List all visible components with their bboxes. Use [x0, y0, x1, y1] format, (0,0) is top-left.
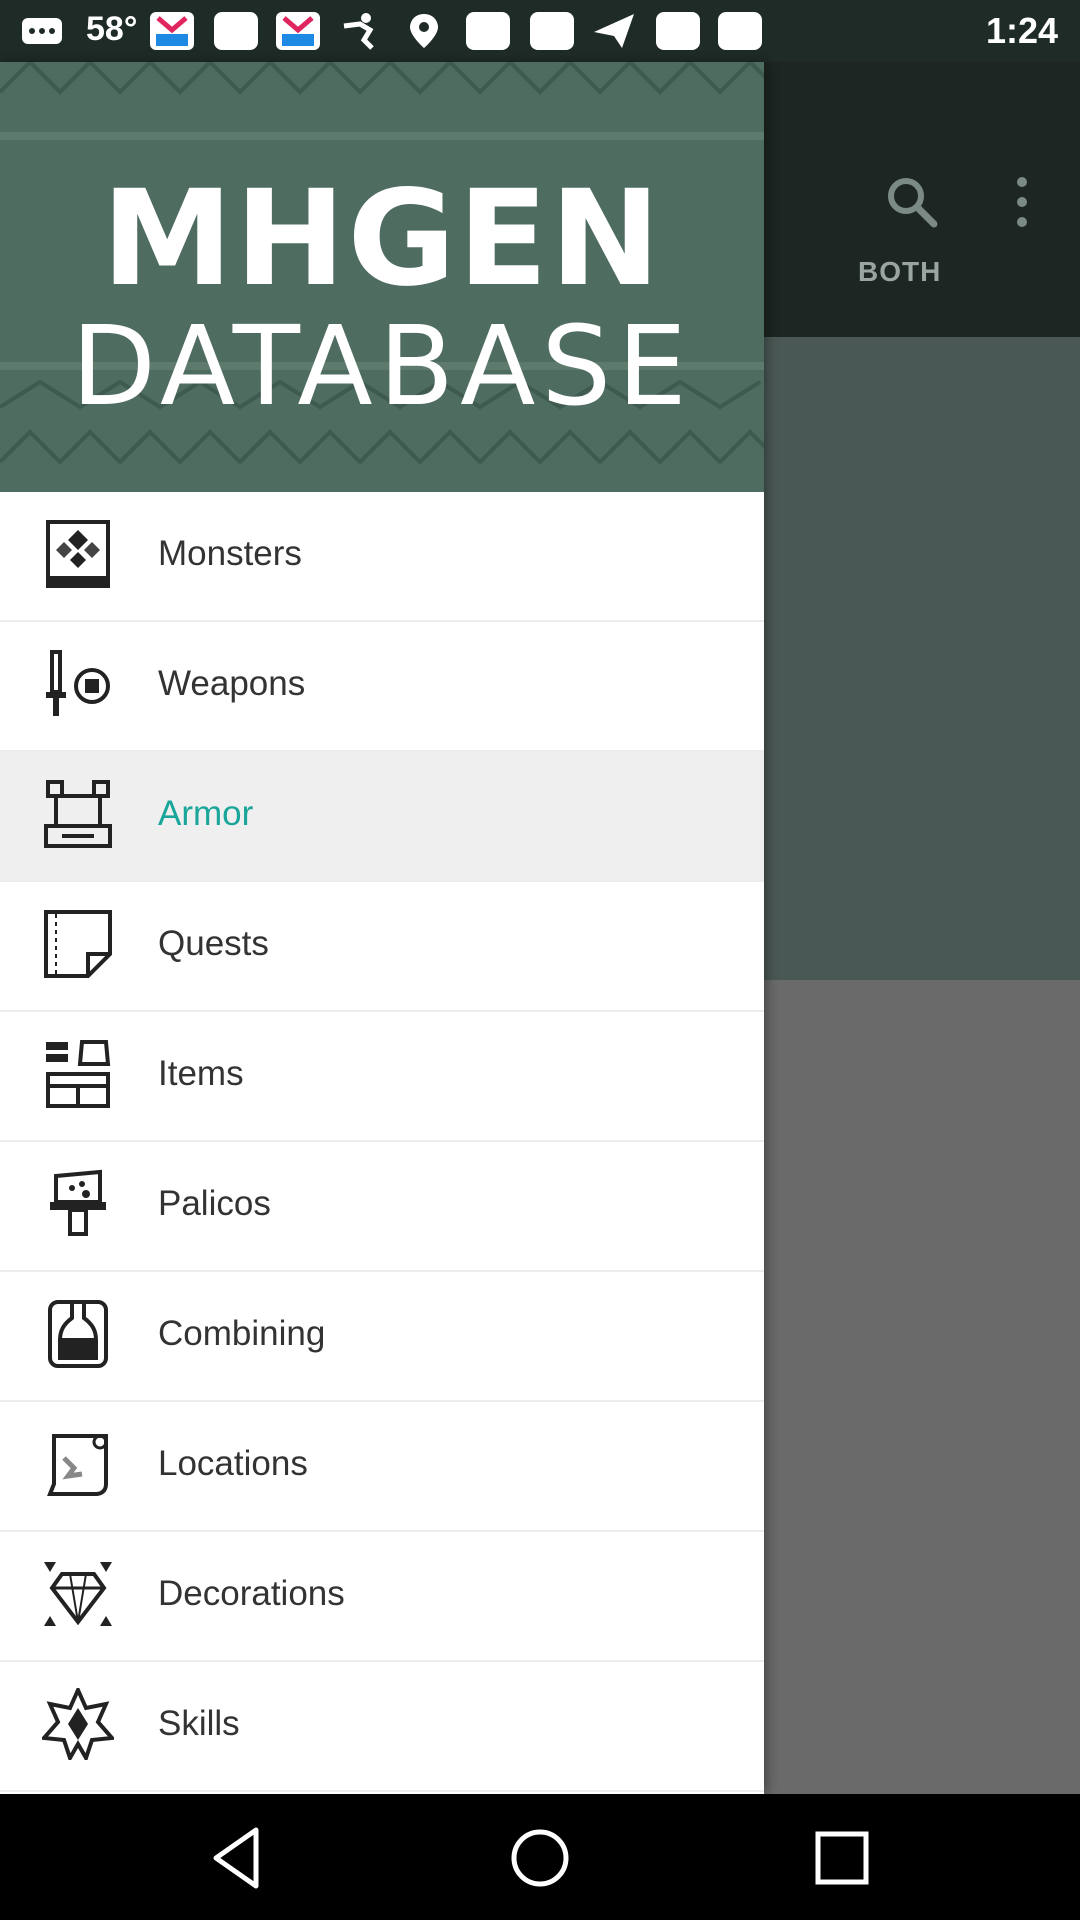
- menu-item-label: Decorations: [158, 1574, 345, 1613]
- menu-item-locations[interactable]: Locations: [0, 1402, 764, 1532]
- square-icon: [466, 12, 510, 50]
- sword-shield-icon: [42, 648, 114, 720]
- monster-book-icon: [42, 518, 114, 590]
- menu-item-label: Weapons: [158, 664, 306, 703]
- pop-app-icon: [276, 12, 320, 50]
- menu-item-label: Monsters: [158, 534, 302, 573]
- pop-app-icon: [150, 12, 194, 50]
- square-icon: [656, 12, 700, 50]
- messages-icon: [20, 12, 64, 50]
- more-vert-icon[interactable]: [1000, 170, 1044, 234]
- drawer-header: MHGEN DATABASE: [0, 62, 764, 492]
- menu-item-combining[interactable]: Combining: [0, 1272, 764, 1402]
- location-pin-icon: [402, 12, 446, 50]
- menu-item-label: Locations: [158, 1444, 308, 1483]
- temperature: 58°: [86, 10, 138, 48]
- status-bar: 58° 1:24: [0, 0, 1080, 62]
- clock: 1:24: [985, 10, 1058, 51]
- app-title-line1: MHGEN: [101, 162, 663, 316]
- menu-item-armor[interactable]: Armor: [0, 752, 764, 882]
- send-icon: [592, 12, 636, 50]
- quest-scroll-icon: [42, 908, 114, 980]
- menu-item-items[interactable]: Items: [0, 1012, 764, 1142]
- items-icon: [42, 1038, 114, 1110]
- skill-star-icon: [39, 1685, 117, 1763]
- drawer-menu: Monsters Weapons Armor Quests Items Pali…: [0, 492, 764, 1792]
- menu-item-label: Skills: [158, 1704, 240, 1743]
- jewel-icon: [42, 1558, 114, 1630]
- menu-item-monsters[interactable]: Monsters: [0, 492, 764, 622]
- home-icon[interactable]: [502, 1820, 578, 1896]
- menu-item-palicos[interactable]: Palicos: [0, 1142, 764, 1272]
- navigation-drawer: MHGEN DATABASE Monsters Weapons Armor Qu…: [0, 62, 764, 1794]
- menu-item-label: Quests: [158, 924, 269, 963]
- menu-item-quests[interactable]: Quests: [0, 882, 764, 1012]
- recents-icon[interactable]: [804, 1820, 880, 1896]
- palico-icon: [42, 1168, 114, 1240]
- potion-icon: [42, 1298, 114, 1370]
- square-icon: [214, 12, 258, 50]
- back-icon[interactable]: [200, 1820, 276, 1896]
- app-title-line2: DATABASE: [71, 302, 693, 430]
- person-icon: [340, 12, 384, 50]
- map-icon: [42, 1428, 114, 1500]
- menu-item-skills[interactable]: Skills: [0, 1662, 764, 1792]
- menu-item-label: Armor: [158, 794, 254, 833]
- menu-item-decorations[interactable]: Decorations: [0, 1532, 764, 1662]
- armor-icon: [42, 778, 114, 850]
- search-icon[interactable]: [880, 170, 944, 234]
- menu-item-weapons[interactable]: Weapons: [0, 622, 764, 752]
- system-nav-bar: [0, 1794, 1080, 1920]
- square-icon: [530, 12, 574, 50]
- square-icon: [718, 12, 762, 50]
- menu-item-label: Combining: [158, 1314, 326, 1353]
- menu-item-label: Palicos: [158, 1184, 271, 1223]
- menu-item-label: Items: [158, 1054, 244, 1093]
- tab-both[interactable]: BOTH: [858, 256, 941, 288]
